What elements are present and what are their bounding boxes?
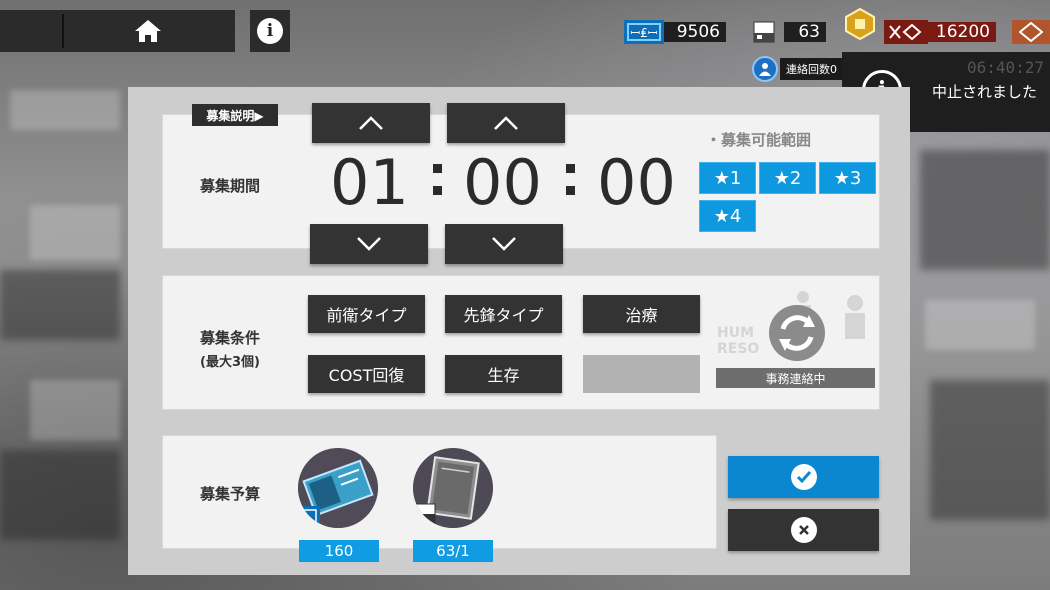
home-icon xyxy=(134,20,161,42)
contact-label: 連絡回数 xyxy=(786,63,830,76)
permit-counter: 63 xyxy=(744,20,826,44)
ticket-count: 160 xyxy=(299,540,379,562)
svg-text:RESO: RESO xyxy=(717,341,759,357)
originite-button[interactable] xyxy=(840,7,880,41)
conditions-sub-label: (最大3個) xyxy=(200,355,260,370)
seconds-value: 00 xyxy=(597,146,676,219)
duration-label: 募集期間 xyxy=(199,177,260,195)
range-title: ・募集可能範囲 xyxy=(706,131,812,149)
orundum-icon: ꟷ₤ꟷ xyxy=(624,20,664,44)
chevron-up-icon xyxy=(359,116,383,130)
cancel-button[interactable] xyxy=(728,509,879,551)
originite-icon xyxy=(840,7,880,41)
chevron-up-icon xyxy=(494,116,518,130)
tag-cost-recovery[interactable]: COST回復 xyxy=(308,355,425,393)
chevron-down-icon xyxy=(492,237,516,251)
permit-icon xyxy=(744,20,784,44)
star-1-badge: ★1 xyxy=(699,162,756,194)
time-colon xyxy=(430,158,444,198)
lmd-counter: 16200 xyxy=(884,20,996,44)
budget-label: 募集予算 xyxy=(199,485,260,503)
home-button[interactable] xyxy=(100,14,195,48)
top-left-bar xyxy=(0,10,235,52)
recruit-explain-button[interactable]: 募集説明▶ xyxy=(192,104,278,126)
svg-text:ꟷ₤ꟷ: ꟷ₤ꟷ xyxy=(630,26,657,40)
star-4-badge: ★4 xyxy=(699,200,756,232)
lmd-icon xyxy=(884,20,928,44)
tag-vanguard-guard[interactable]: 前衛タイプ xyxy=(308,295,425,333)
tag-survival[interactable]: 生存 xyxy=(445,355,562,393)
hr-status-label: 事務連絡中 xyxy=(716,368,875,388)
tag-healing[interactable]: 治療 xyxy=(583,295,700,333)
svg-text:HUM: HUM xyxy=(717,325,754,341)
recruit-permit-item xyxy=(413,448,493,528)
check-icon xyxy=(790,464,817,490)
orundum-counter: ꟷ₤ꟷ 9506 xyxy=(624,20,726,44)
close-icon xyxy=(790,517,817,543)
permit-count: 63/1 xyxy=(413,540,493,562)
star-3-badge: ★3 xyxy=(819,162,876,194)
hour-down-button[interactable] xyxy=(310,224,428,264)
minute-down-button[interactable] xyxy=(445,224,563,264)
info-icon: i xyxy=(257,18,283,44)
minute-up-button[interactable] xyxy=(447,103,565,143)
chevron-down-icon xyxy=(357,237,381,251)
ticket-icon xyxy=(298,448,378,528)
time-colon xyxy=(563,158,577,198)
contact-notification[interactable]: 連絡回数0 xyxy=(752,56,843,82)
star-2-badge: ★2 xyxy=(759,162,816,194)
info-button[interactable]: i xyxy=(250,10,290,52)
hr-refresh-button[interactable]: HUM RESO xyxy=(715,285,875,375)
confirm-button[interactable] xyxy=(728,456,879,498)
conditions-label: 募集条件 xyxy=(199,329,260,347)
contact-count: 0 xyxy=(830,63,837,76)
refresh-icon xyxy=(769,305,825,361)
sanity-icon xyxy=(1012,20,1050,44)
permit-icon xyxy=(413,448,493,528)
tag-empty-slot xyxy=(583,355,700,393)
minutes-value: 00 xyxy=(463,146,542,219)
tag-vanguard[interactable]: 先鋒タイプ xyxy=(445,295,562,333)
user-icon xyxy=(752,56,778,82)
recruit-ticket-item xyxy=(298,448,378,528)
hours-value: 01 xyxy=(330,146,409,219)
hour-up-button[interactable] xyxy=(312,103,430,143)
toast-time: 06:40:27 xyxy=(966,58,1044,77)
toast-message: 中止されました xyxy=(932,83,1038,101)
